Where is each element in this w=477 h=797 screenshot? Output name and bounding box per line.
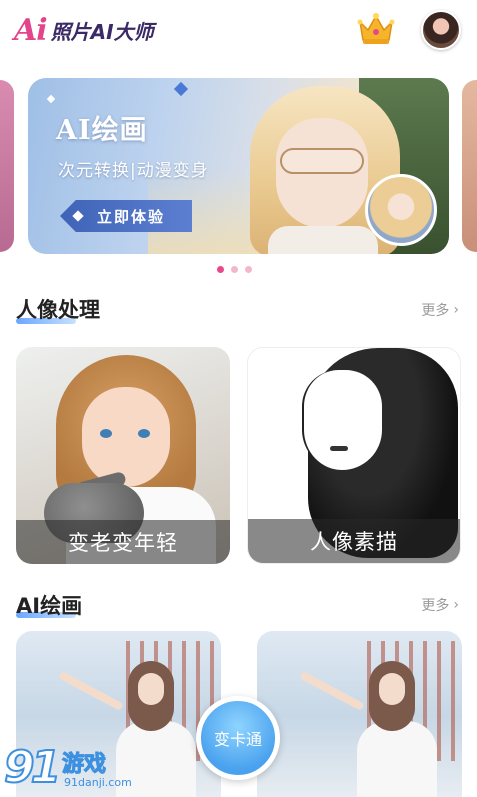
carousel-dot[interactable]	[217, 266, 224, 273]
card-label: 人像素描	[248, 519, 460, 563]
app-header: Ai 照片AI大师	[0, 0, 477, 62]
carousel-next-card[interactable]	[462, 80, 477, 252]
diamond-icon	[72, 210, 84, 222]
ai-painting-more-link[interactable]: 更多 ›	[421, 595, 459, 615]
sparkle-icon	[173, 81, 189, 97]
card-lips	[330, 446, 348, 451]
chevron-right-icon: ›	[453, 597, 459, 613]
watermark-url: 91danji.com	[64, 776, 132, 789]
sparkle-icon	[46, 94, 56, 104]
ai-painting-card[interactable]	[257, 631, 462, 797]
carousel-indicator	[217, 266, 252, 273]
logo-ai: Ai	[14, 13, 48, 48]
user-avatar[interactable]	[421, 10, 461, 50]
portrait-sketch-card[interactable]: 人像素描	[247, 347, 461, 564]
card-label: 变老变年轻	[16, 520, 230, 564]
watermark-word: 游戏	[61, 752, 107, 778]
card-face	[82, 387, 170, 487]
carousel-prev-card[interactable]	[0, 80, 14, 252]
more-label: 更多	[421, 598, 450, 614]
carousel-dot[interactable]	[231, 266, 238, 273]
banner-subtitle: 次元转换|动漫变身	[58, 161, 209, 181]
try-now-button[interactable]: 立即体验	[60, 200, 192, 232]
portrait-more-link[interactable]: 更多 ›	[421, 300, 459, 320]
card-eye	[138, 429, 150, 438]
card-arm	[299, 671, 365, 711]
card-body	[357, 721, 437, 797]
section-title-ai-painting: AI绘画	[16, 594, 83, 618]
crown-icon[interactable]	[356, 10, 396, 46]
section-title-portrait: 人像处理	[16, 298, 100, 322]
site-watermark: 91 游戏 91danji.com	[3, 740, 144, 796]
age-transform-card[interactable]: 变老变年轻	[16, 347, 230, 564]
cartoonize-fab-button[interactable]: 变卡通	[196, 696, 280, 780]
banner-shirt	[268, 226, 378, 254]
try-now-label: 立即体验	[96, 207, 165, 226]
card-arm	[58, 671, 124, 711]
logo-text: 照片AI大师	[50, 20, 154, 44]
watermark-number: 91	[3, 742, 62, 793]
card-face	[379, 673, 405, 705]
card-face	[302, 370, 382, 470]
original-photo-thumbnail	[365, 174, 437, 246]
fab-label: 变卡通	[213, 730, 262, 749]
ai-painting-banner[interactable]: AI绘画 次元转换|动漫变身 立即体验	[28, 78, 449, 254]
chevron-right-icon: ›	[453, 302, 459, 318]
more-label: 更多	[421, 303, 450, 319]
card-face	[138, 673, 164, 705]
carousel-dot[interactable]	[245, 266, 252, 273]
banner-title: AI绘画	[56, 115, 148, 146]
app-logo: Ai 照片AI大师	[14, 12, 154, 46]
card-eye	[100, 429, 112, 438]
banner-glasses	[280, 148, 364, 174]
